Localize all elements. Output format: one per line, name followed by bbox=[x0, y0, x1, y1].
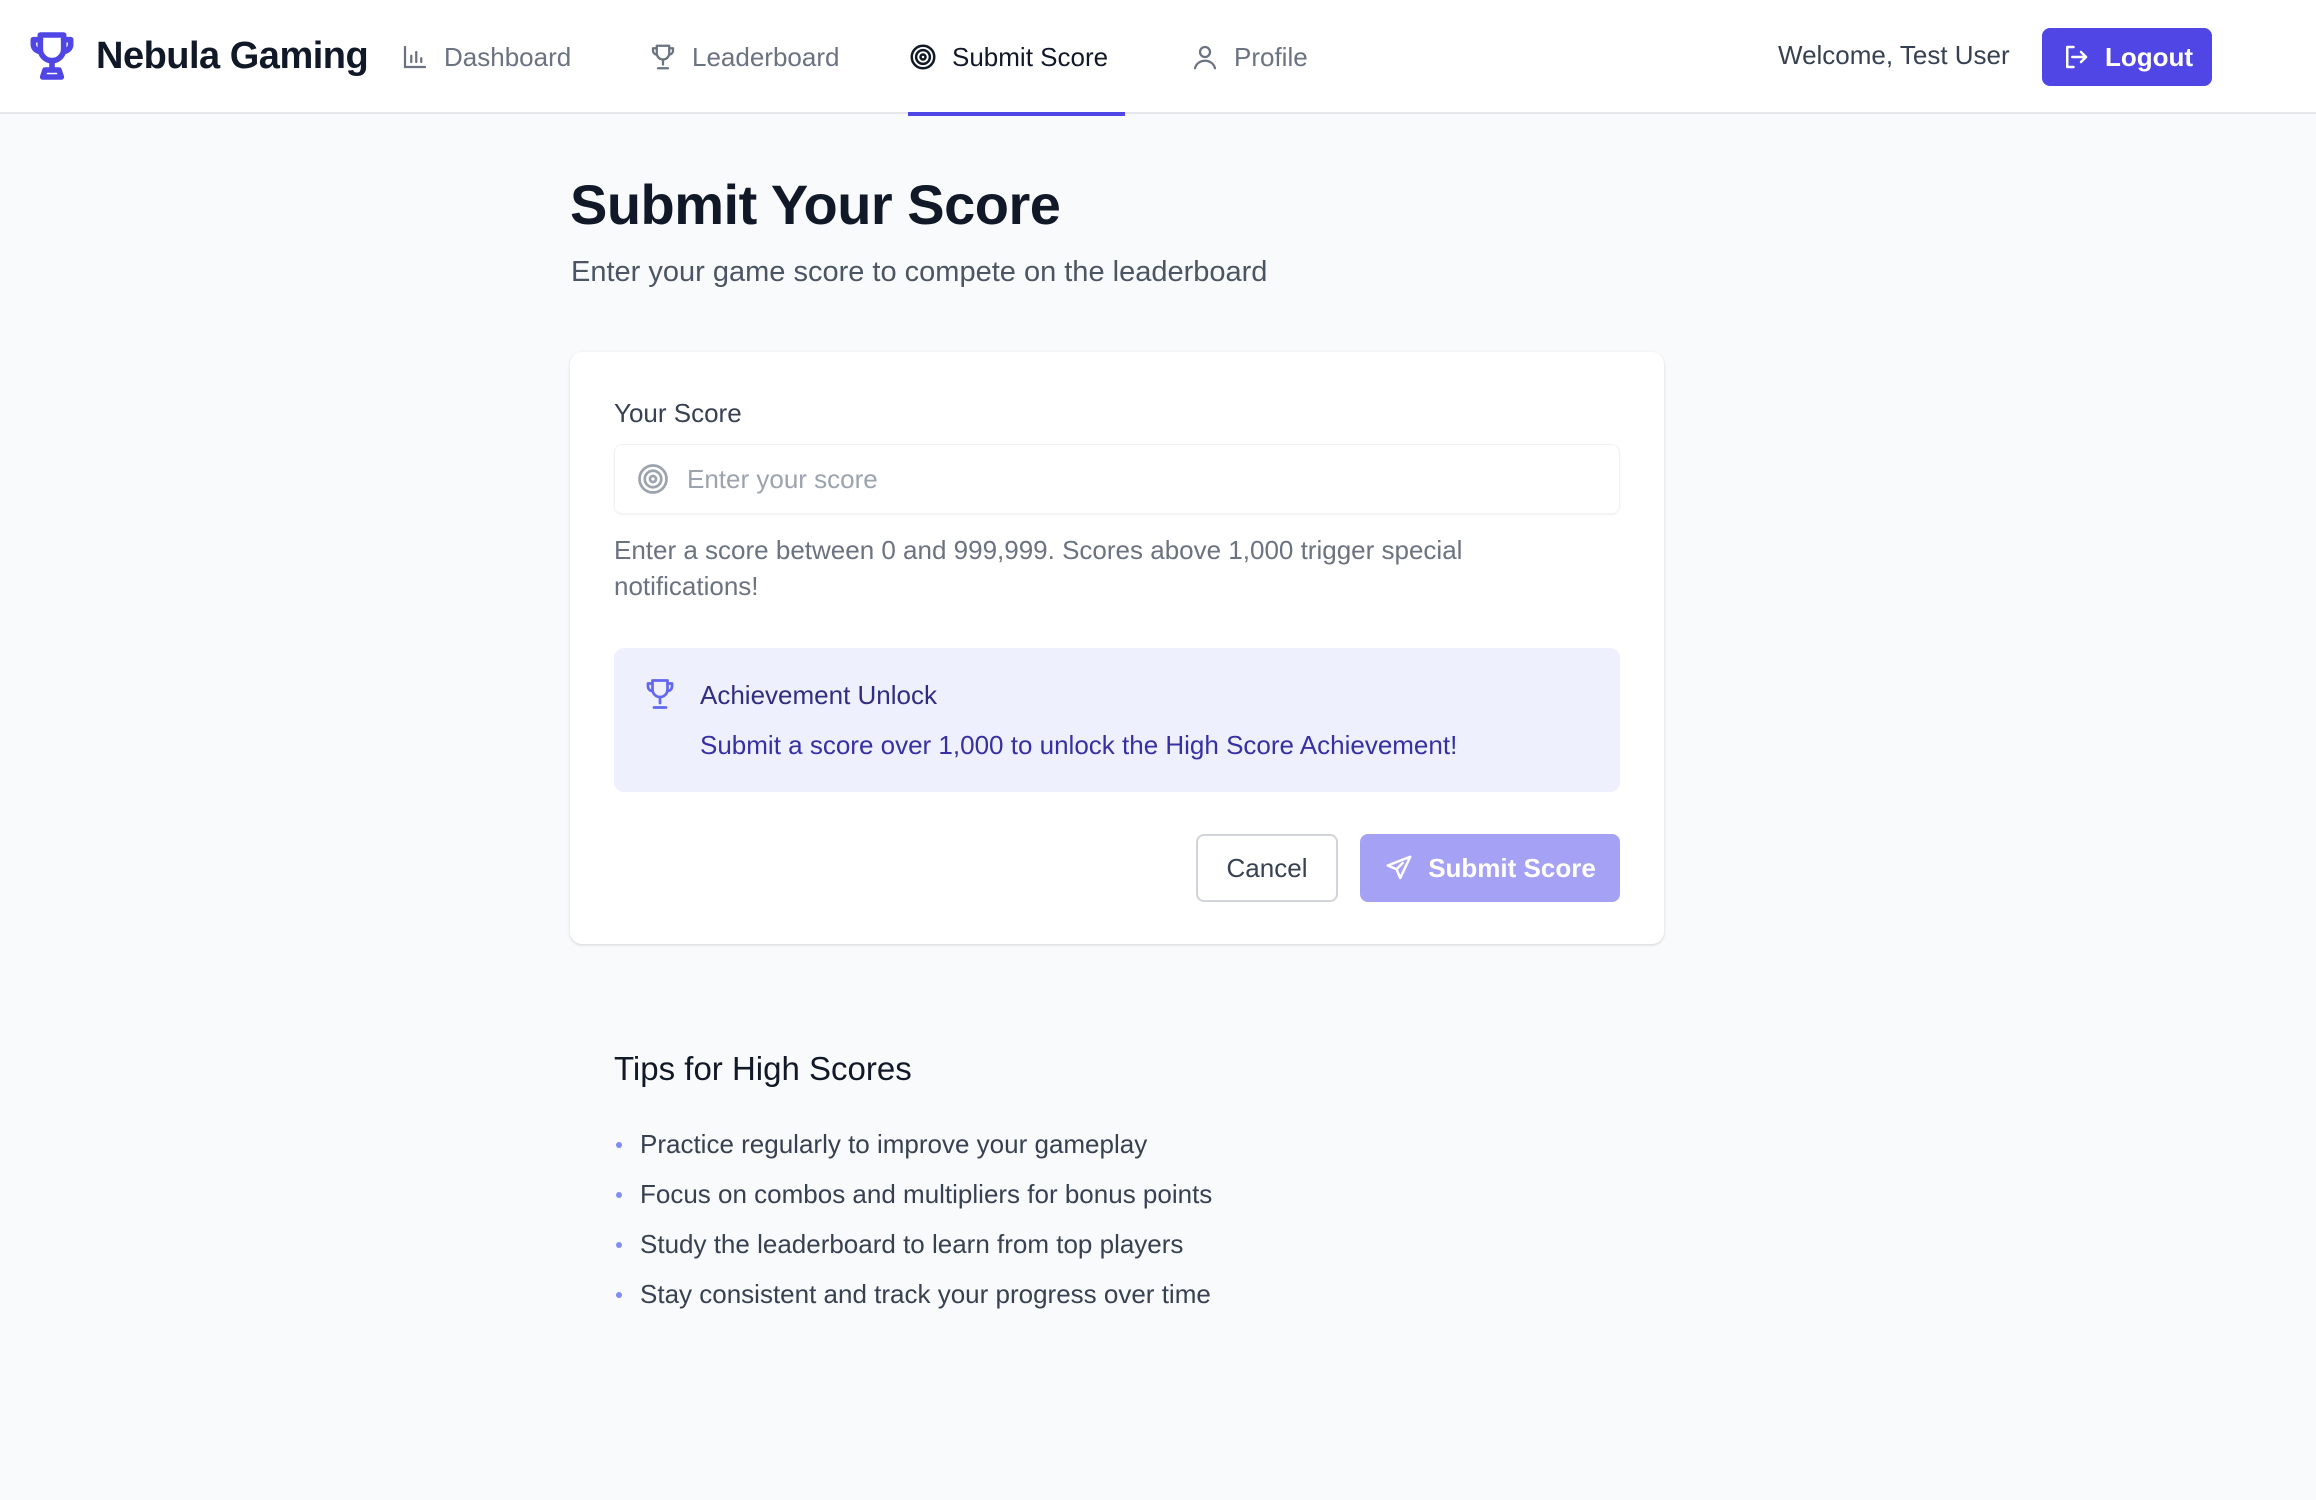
nav-item-submit-score[interactable]: Submit Score bbox=[908, 0, 1125, 116]
nav-label: Profile bbox=[1234, 41, 1308, 72]
logout-icon bbox=[2065, 45, 2088, 69]
nav-item-profile[interactable]: Profile bbox=[1190, 0, 1308, 114]
score-input-wrapper[interactable] bbox=[614, 444, 1620, 514]
cancel-button[interactable]: Cancel bbox=[1196, 834, 1338, 902]
user-icon bbox=[1193, 45, 1217, 70]
tips-title: Tips for High Scores bbox=[614, 1050, 912, 1087]
logout-label: Logout bbox=[2104, 41, 2194, 72]
submit-score-card: Your Score Enter a score between 0 and 9… bbox=[570, 352, 1664, 944]
list-item: Study the leaderboard to learn from top … bbox=[614, 1224, 1212, 1274]
achievement-notice: Achievement Unlock Submit a score over 1… bbox=[614, 648, 1620, 792]
list-item: Practice regularly to improve your gamep… bbox=[614, 1124, 1212, 1174]
trophy-icon bbox=[646, 679, 674, 709]
nav-label: Submit Score bbox=[952, 41, 1109, 72]
page-subtitle: Enter your game score to compete on the … bbox=[571, 256, 1268, 288]
submit-label: Submit Score bbox=[1428, 852, 1596, 883]
welcome-text: Welcome, Test User bbox=[1778, 40, 2010, 70]
target-icon bbox=[638, 464, 668, 494]
send-icon bbox=[1386, 855, 1412, 880]
tips-list: Practice regularly to improve your gamep… bbox=[614, 1124, 1212, 1324]
nav-label: Leaderboard bbox=[692, 41, 840, 72]
target-icon bbox=[910, 44, 936, 70]
list-item: Focus on combos and multipliers for bonu… bbox=[614, 1174, 1212, 1224]
trophy-icon bbox=[651, 44, 675, 70]
achievement-title: Achievement Unlock bbox=[700, 680, 937, 710]
bar-chart-icon bbox=[403, 45, 427, 69]
score-label: Your Score bbox=[614, 398, 742, 428]
brand-name: Nebula Gaming bbox=[96, 34, 369, 77]
submit-score-button[interactable]: Submit Score bbox=[1360, 834, 1620, 902]
nav-label: Dashboard bbox=[444, 41, 572, 72]
top-navbar: Nebula Gaming Dashboard Leaderboard Subm… bbox=[0, 0, 2316, 116]
nav-item-leaderboard[interactable]: Leaderboard bbox=[648, 0, 839, 114]
score-input[interactable] bbox=[685, 462, 1589, 496]
logout-button[interactable]: Logout bbox=[2042, 28, 2212, 86]
trophy-icon bbox=[30, 32, 74, 80]
brand[interactable]: Nebula Gaming bbox=[24, 26, 369, 86]
achievement-text: Submit a score over 1,000 to unlock the … bbox=[700, 730, 1458, 760]
score-help-text: Enter a score between 0 and 999,999. Sco… bbox=[614, 535, 1463, 601]
list-item: Stay consistent and track your progress … bbox=[614, 1274, 1212, 1324]
nav-item-dashboard[interactable]: Dashboard bbox=[400, 0, 571, 114]
page-title: Submit Your Score bbox=[570, 173, 1061, 236]
